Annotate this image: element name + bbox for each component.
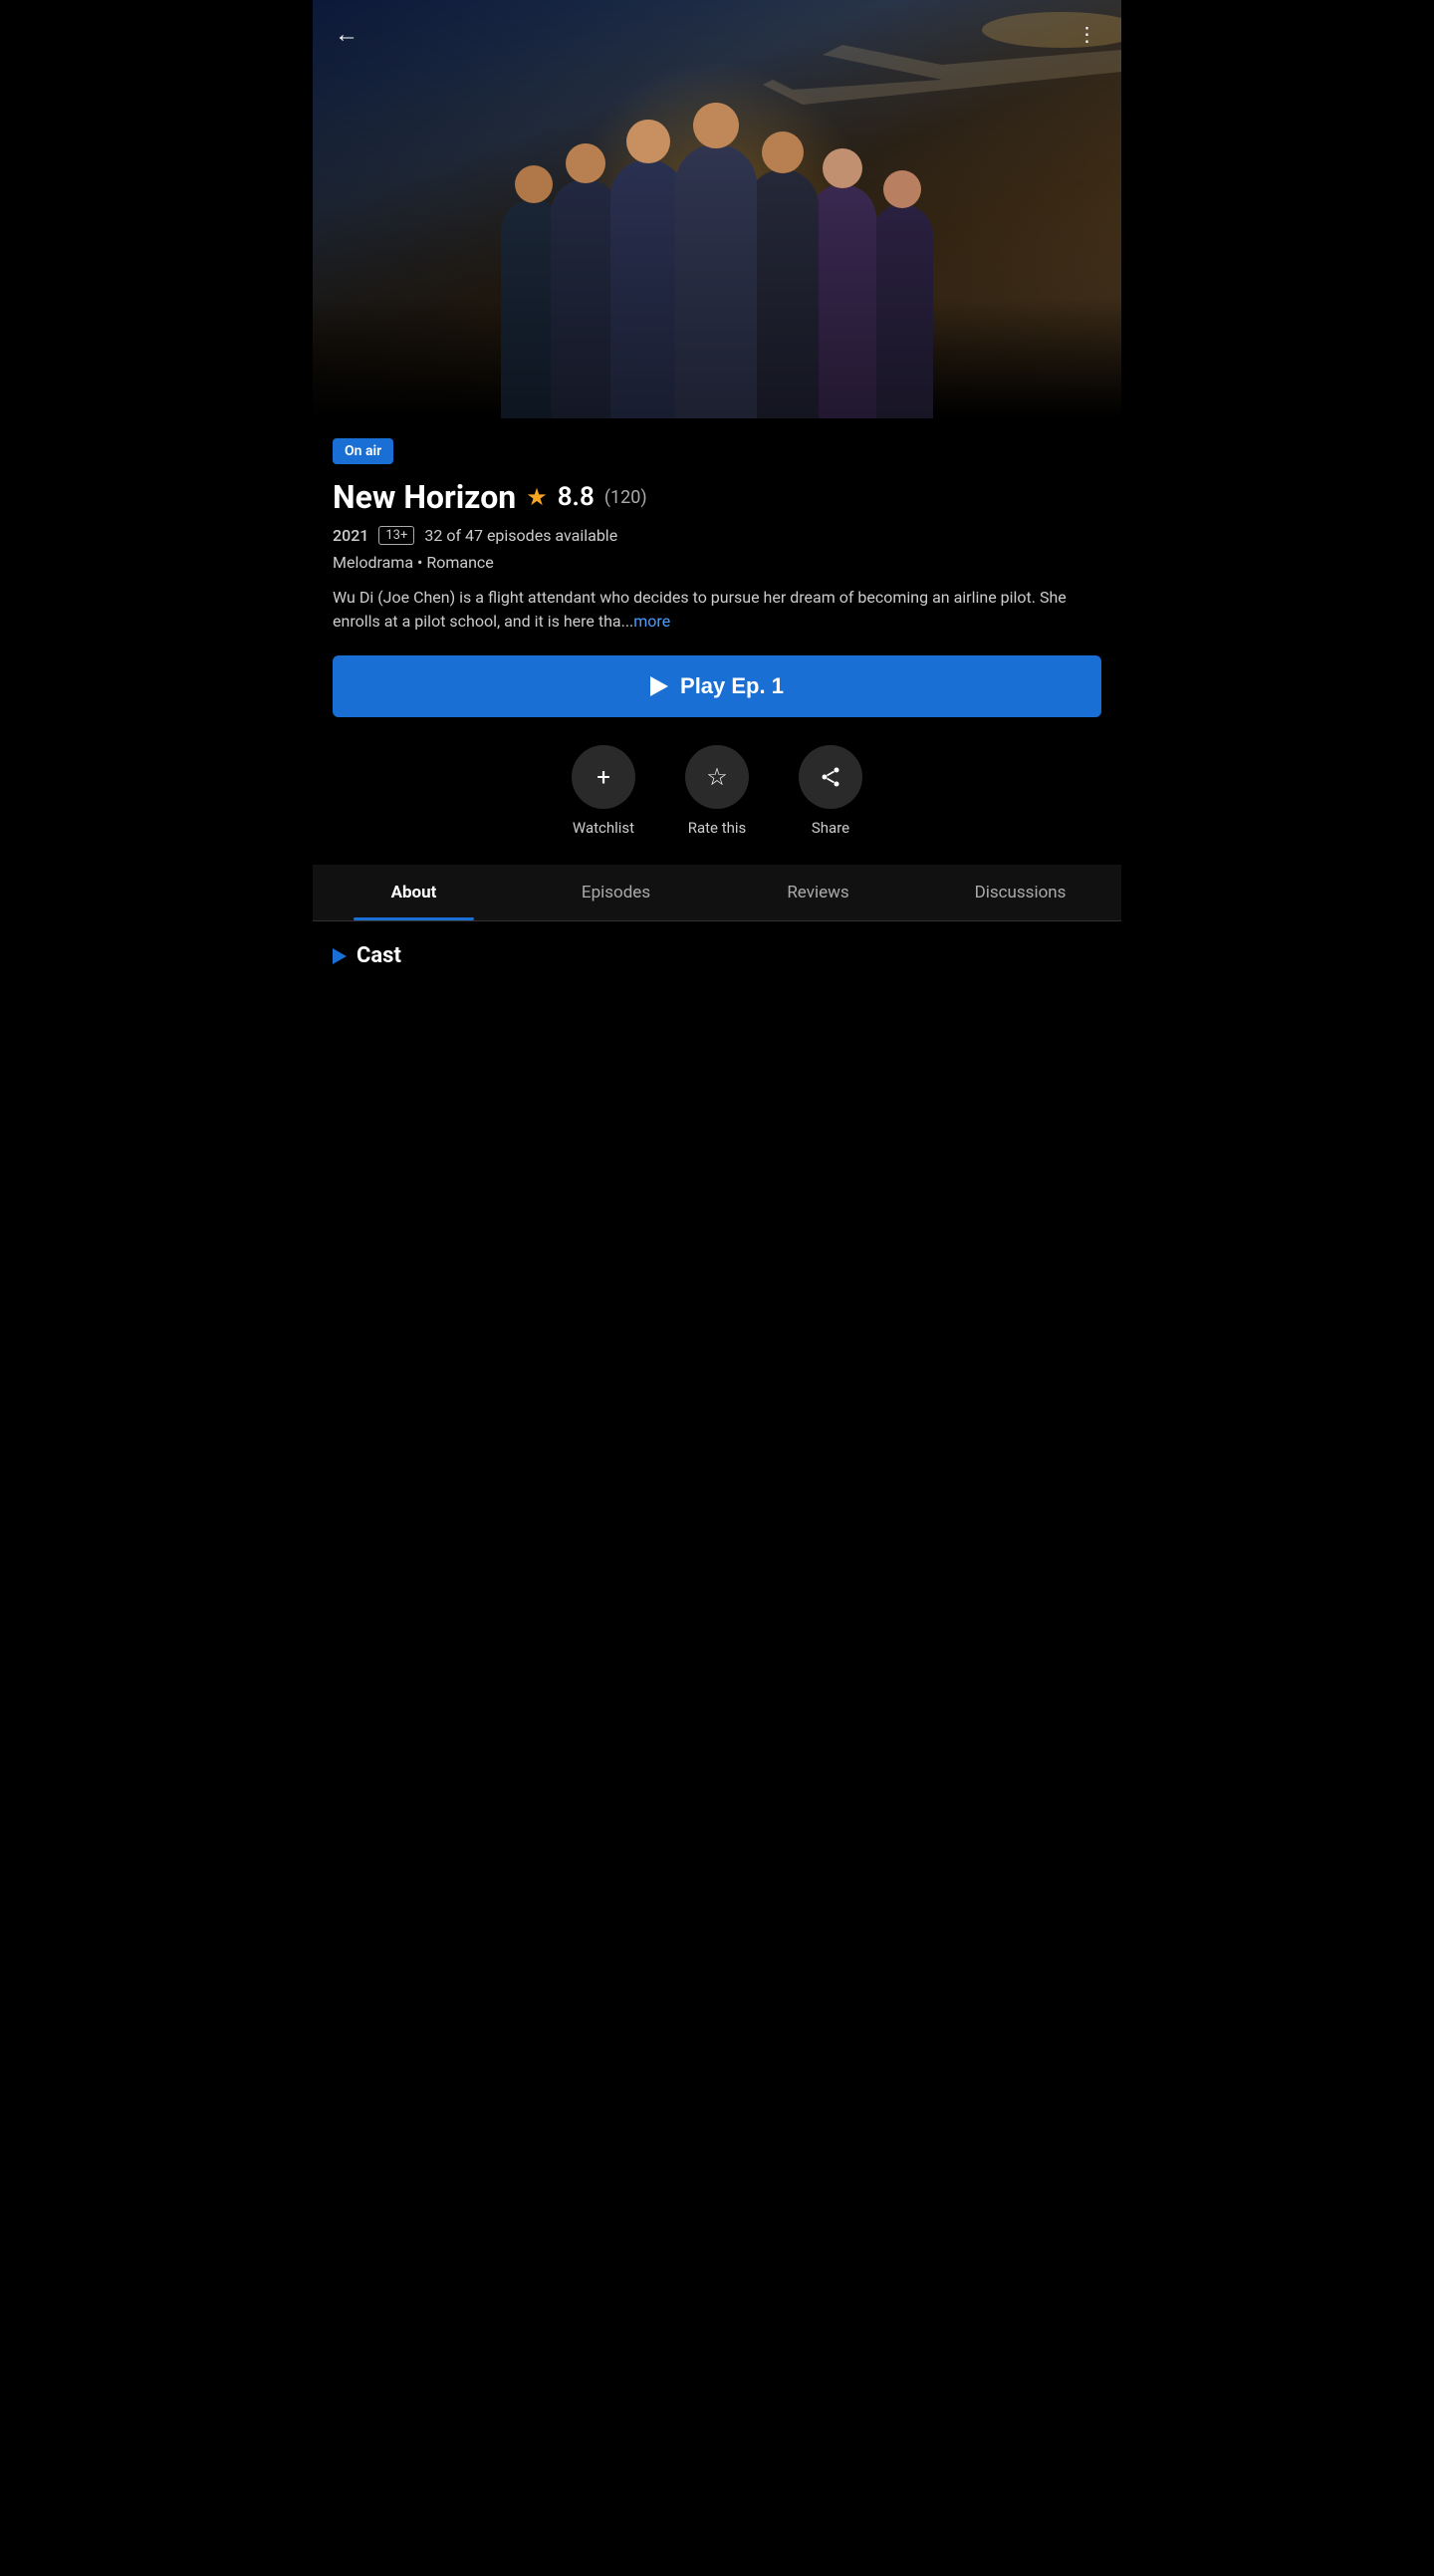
rate-icon: ☆ bbox=[706, 763, 728, 791]
rate-label: Rate this bbox=[688, 819, 747, 837]
watchlist-circle: + bbox=[572, 745, 635, 809]
star-icon: ★ bbox=[526, 483, 548, 511]
hero-image: ← ⋮ bbox=[313, 0, 1121, 418]
description-text: Wu Di (Joe Chen) is a flight attendant w… bbox=[333, 588, 1067, 631]
watchlist-label: Watchlist bbox=[573, 819, 634, 837]
age-rating-badge: 13+ bbox=[378, 526, 414, 545]
tab-about[interactable]: About bbox=[313, 865, 515, 920]
share-circle bbox=[799, 745, 862, 809]
watchlist-icon: + bbox=[597, 763, 610, 791]
more-dots-icon: ⋮ bbox=[1077, 22, 1098, 46]
show-title: New Horizon bbox=[333, 478, 516, 516]
tab-reviews[interactable]: Reviews bbox=[717, 865, 919, 920]
rating-count: (120) bbox=[604, 487, 647, 508]
share-label: Share bbox=[812, 819, 849, 837]
share-icon bbox=[819, 765, 842, 789]
more-options-button[interactable]: ⋮ bbox=[1070, 16, 1105, 52]
cast-header[interactable]: Cast bbox=[333, 943, 1101, 968]
tab-episodes[interactable]: Episodes bbox=[515, 865, 717, 920]
play-icon bbox=[650, 676, 668, 696]
content-area: On air New Horizon ★ 8.8 (120) 2021 13+ … bbox=[313, 418, 1121, 837]
share-action[interactable]: Share bbox=[799, 745, 862, 837]
on-air-badge: On air bbox=[333, 438, 393, 464]
back-button[interactable]: ← bbox=[329, 16, 364, 52]
episodes-info: 32 of 47 episodes available bbox=[424, 526, 617, 545]
meta-row: 2021 13+ 32 of 47 episodes available bbox=[333, 526, 1101, 545]
show-description: Wu Di (Joe Chen) is a flight attendant w… bbox=[333, 586, 1101, 634]
title-row: New Horizon ★ 8.8 (120) bbox=[333, 478, 1101, 516]
cast-title: Cast bbox=[357, 943, 401, 968]
more-link[interactable]: more bbox=[633, 612, 670, 631]
rate-circle: ☆ bbox=[685, 745, 749, 809]
rating-score: 8.8 bbox=[558, 482, 595, 512]
play-button-label: Play Ep. 1 bbox=[680, 673, 784, 699]
cast-expand-icon bbox=[333, 948, 347, 964]
watchlist-action[interactable]: + Watchlist bbox=[572, 745, 635, 837]
actions-row: + Watchlist ☆ Rate this Share bbox=[333, 745, 1101, 837]
show-year: 2021 bbox=[333, 526, 368, 545]
tab-discussions[interactable]: Discussions bbox=[919, 865, 1121, 920]
play-button[interactable]: Play Ep. 1 bbox=[333, 655, 1101, 717]
genres: Melodrama • Romance bbox=[333, 553, 1101, 572]
back-arrow-icon: ← bbox=[335, 20, 358, 49]
cast-section: Cast bbox=[313, 921, 1121, 990]
rate-this-action[interactable]: ☆ Rate this bbox=[685, 745, 749, 837]
tabs-bar: About Episodes Reviews Discussions bbox=[313, 865, 1121, 921]
